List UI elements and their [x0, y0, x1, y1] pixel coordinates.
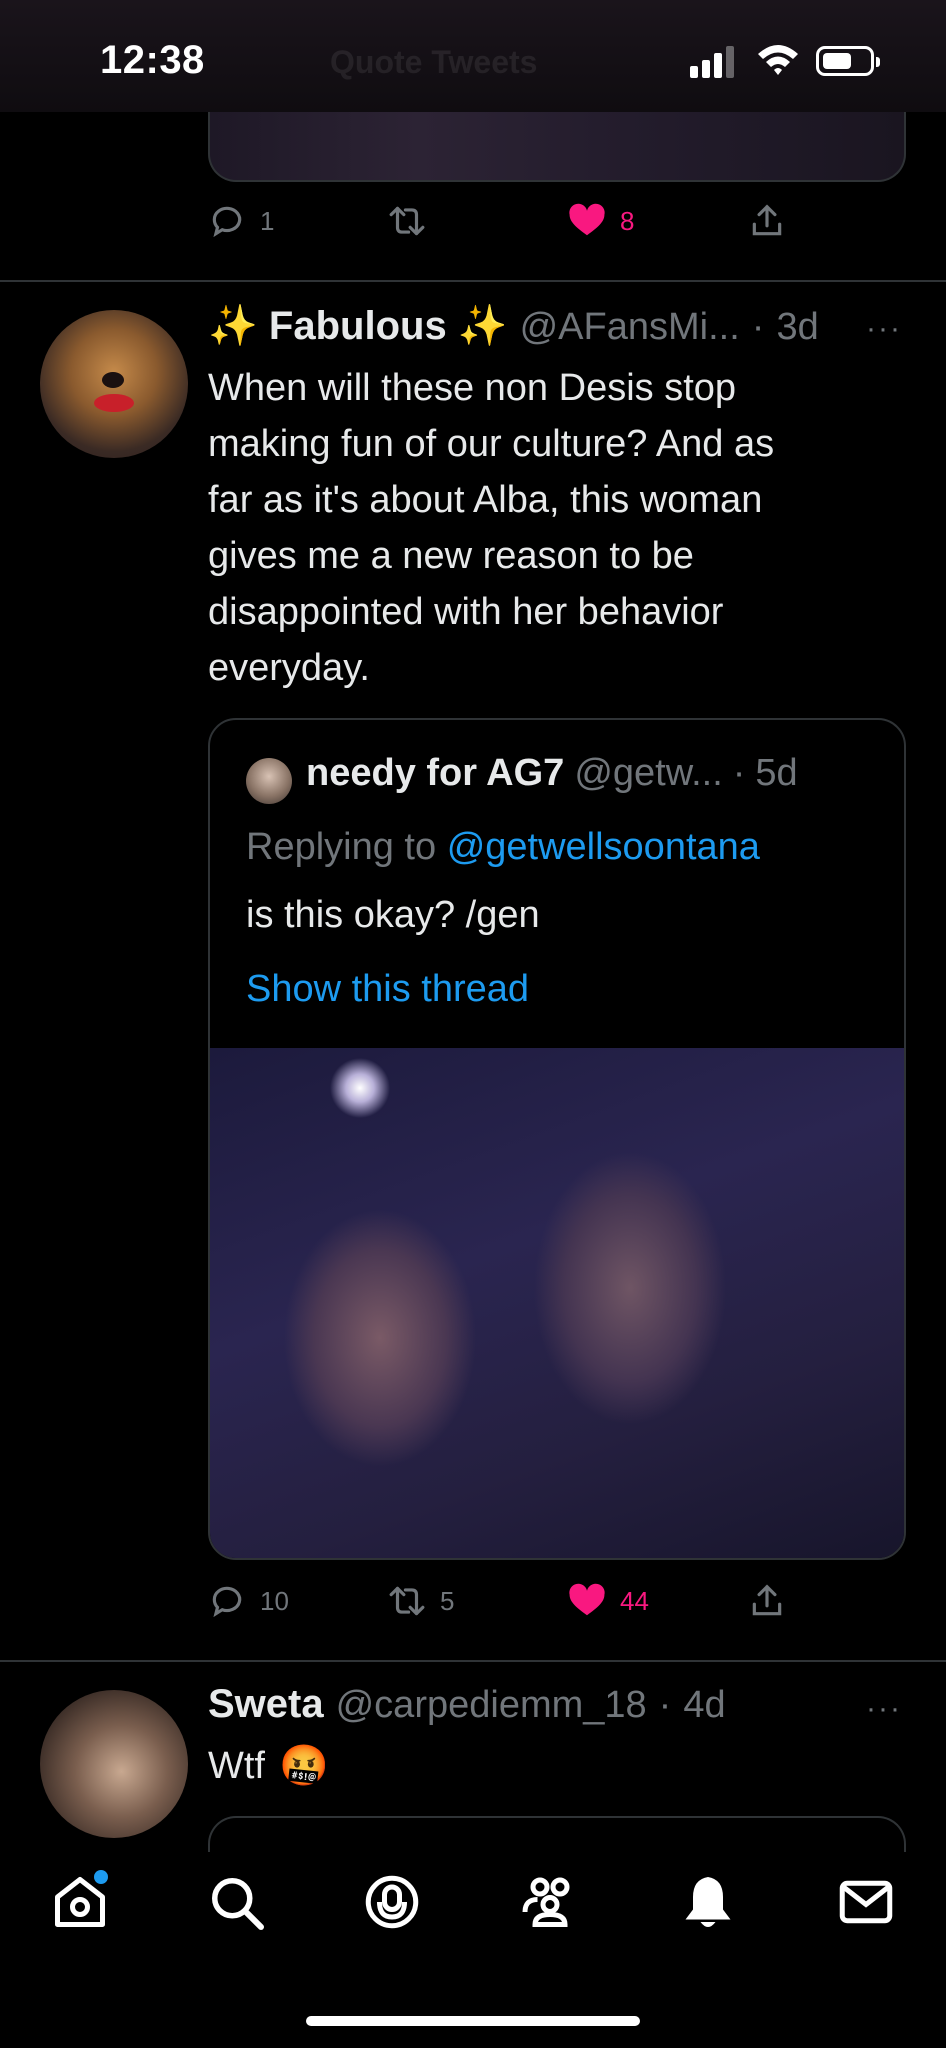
tweet-text-line: disappointed with her behavior — [208, 591, 724, 633]
tweet-time: 4d — [683, 1684, 726, 1726]
retweet-count: 5 — [440, 1585, 455, 1616]
reply-icon — [212, 206, 242, 238]
tweet-text-line: far as it's about Alba, this woman — [208, 479, 763, 521]
separator-dot: · — [751, 306, 765, 348]
notifications-icon[interactable] — [678, 1872, 738, 1932]
reply-button[interactable]: 10 — [208, 1582, 289, 1620]
home-indicator — [306, 2016, 640, 2026]
retweet-icon — [389, 1586, 425, 1616]
more-options-button[interactable]: ··· — [866, 1692, 902, 1726]
wifi-icon — [758, 45, 798, 75]
reply-count: 1 — [260, 205, 275, 236]
previous-tweet-media[interactable] — [208, 112, 906, 182]
like-count: 44 — [620, 1585, 649, 1616]
share-button[interactable] — [748, 202, 786, 240]
show-thread-link[interactable]: Show this thread — [246, 968, 529, 1011]
divider — [0, 280, 946, 282]
tweet-header: ✨ Fabulous ✨ @AFansMi... · 3d — [208, 302, 819, 349]
author-handle[interactable]: @carpediemm_18 — [336, 1684, 647, 1727]
cursing-face-emoji: 🤬 — [278, 1744, 329, 1788]
share-button[interactable] — [748, 1582, 786, 1620]
header-title: Quote Tweets — [330, 44, 538, 80]
quoted-author-name: needy for AG7 — [306, 752, 565, 794]
author-handle[interactable]: @AFansMi... — [520, 306, 740, 349]
reply-button[interactable]: 1 — [208, 202, 274, 240]
cellular-signal-icon — [690, 44, 736, 78]
battery-icon — [816, 46, 880, 76]
heart-icon — [569, 1583, 605, 1616]
search-icon[interactable] — [206, 1872, 266, 1932]
like-count: 8 — [620, 205, 635, 236]
spaces-icon[interactable] — [362, 1872, 422, 1932]
separator-dot: · — [732, 752, 746, 794]
tweet-text-line: making fun of our culture? And as — [208, 423, 775, 465]
heart-icon — [569, 203, 605, 236]
like-button[interactable]: 8 — [568, 202, 634, 240]
tweet-text: When will these non Desis stop making fu… — [208, 360, 908, 696]
separator-dot: · — [658, 1684, 672, 1726]
quoted-tweet-text: is this okay? /gen — [246, 894, 540, 936]
quoted-avatar — [246, 758, 292, 804]
quoted-tweet[interactable]: needy for AG7 @getw... · 5d Replying to … — [208, 718, 906, 1560]
more-options-button[interactable]: ··· — [866, 312, 902, 346]
messages-icon[interactable] — [836, 1872, 896, 1932]
tweet-text-line: everyday. — [208, 647, 370, 689]
like-button[interactable]: 44 — [568, 1582, 649, 1620]
tweet-text-line: When will these non Desis stop — [208, 367, 737, 409]
retweet-button[interactable] — [388, 202, 426, 240]
previous-tweet-actions: 1 8 — [208, 202, 808, 250]
tweet-text: Wtf 🤬 — [208, 1738, 329, 1794]
quoted-author-handle: @getw... — [574, 752, 723, 794]
retweet-icon — [389, 206, 425, 236]
mention-link[interactable]: @getwellsoontana — [447, 826, 760, 868]
communities-icon[interactable] — [520, 1872, 580, 1932]
replying-to: Replying to @getwellsoontana — [246, 826, 760, 869]
retweet-button[interactable]: 5 — [388, 1582, 454, 1620]
quoted-tweet-photo[interactable] — [210, 1048, 904, 1558]
tweet-actions: 10 5 44 — [208, 1582, 808, 1630]
tweet-header: Sweta @carpediemm_18 · 4d — [208, 1682, 726, 1727]
author-name[interactable]: ✨ Fabulous ✨ — [208, 302, 508, 349]
avatar[interactable] — [40, 310, 188, 458]
divider — [0, 1660, 946, 1662]
tweet-time: 3d — [776, 306, 819, 348]
reply-count: 10 — [260, 1585, 289, 1616]
tweet-text-line: gives me a new reason to be — [208, 535, 694, 577]
quoted-header: needy for AG7 @getw... · 5d — [306, 752, 798, 795]
avatar[interactable] — [40, 1690, 188, 1838]
share-icon — [752, 204, 782, 236]
share-icon — [752, 1584, 782, 1616]
unread-dot — [94, 1870, 108, 1884]
reply-icon — [212, 1586, 242, 1618]
replying-to-label: Replying to — [246, 826, 437, 868]
author-name[interactable]: Sweta — [208, 1682, 324, 1727]
status-time: 12:38 — [100, 38, 205, 82]
quoted-tweet-time: 5d — [755, 752, 798, 794]
tweet-text-body: Wtf — [208, 1745, 265, 1787]
